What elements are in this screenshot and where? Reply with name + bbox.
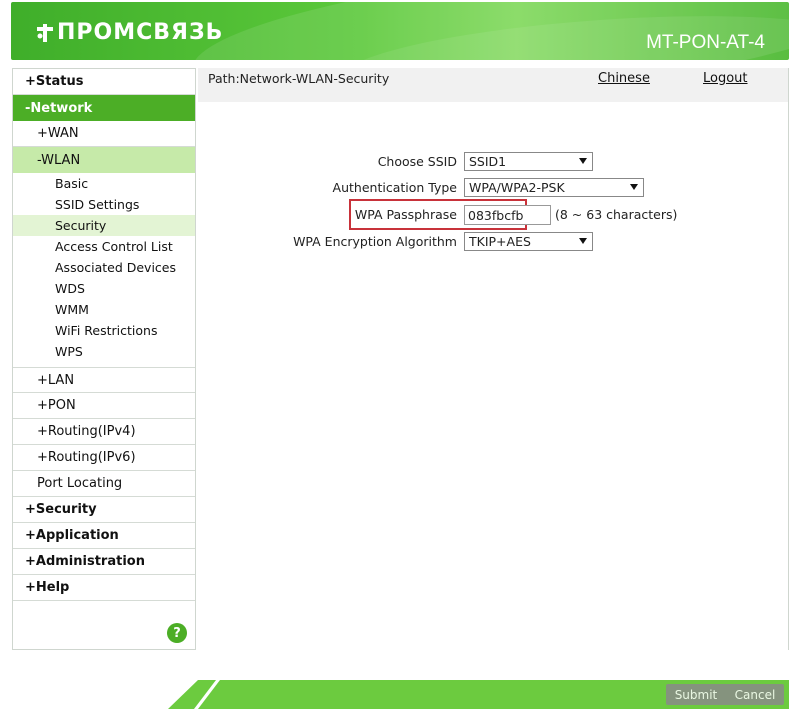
passphrase-input[interactable]: 083fbcfb [464, 205, 551, 225]
sidebar-item-wps[interactable]: WPS [13, 341, 195, 362]
device-model: MT-PON-AT-4 [646, 32, 765, 53]
encryption-value: TKIP+AES [469, 234, 531, 249]
sidebar-item-application[interactable]: +Application [13, 523, 195, 549]
chinese-link[interactable]: Chinese [598, 71, 650, 86]
sidebar-item-wifi-restrictions[interactable]: WiFi Restrictions [13, 320, 195, 341]
sidebar-item-routing-ipv4[interactable]: +Routing(IPv4) [13, 419, 195, 445]
sidebar-item-pon[interactable]: +PON [13, 393, 195, 419]
chevron-down-icon [630, 184, 638, 190]
passphrase-label: WPA Passphrase [354, 207, 457, 222]
submit-button[interactable]: Submit [675, 688, 718, 702]
sidebar-item-ssid-settings[interactable]: SSID Settings [13, 194, 195, 215]
sidebar-item-status[interactable]: +Status [13, 69, 195, 95]
breadcrumb: Path:Network-WLAN-Security [208, 71, 390, 86]
sidebar-item-lan[interactable]: +LAN [13, 367, 195, 393]
sidebar-item-administration[interactable]: +Administration [13, 549, 195, 575]
sidebar-item-routing-ipv6[interactable]: +Routing(IPv6) [13, 445, 195, 471]
passphrase-hint: (8 ~ 63 characters) [555, 207, 678, 222]
help-icon[interactable]: ? [167, 623, 187, 643]
sidebar-item-help[interactable]: +Help [13, 575, 195, 601]
auth-type-value: WPA/WPA2-PSK [469, 180, 565, 195]
sidebar-item-wan[interactable]: +WAN [13, 121, 195, 147]
sidebar-item-wlan[interactable]: -WLAN [13, 147, 195, 173]
sidebar-item-security-wlan[interactable]: Security [13, 215, 195, 236]
sidebar-item-wds[interactable]: WDS [13, 278, 195, 299]
cancel-button[interactable]: Cancel [735, 688, 776, 702]
main-content: Path:Network-WLAN-Security Chinese Logou… [198, 68, 789, 650]
auth-type-label: Authentication Type [332, 180, 457, 195]
ssid-value: SSID1 [469, 154, 507, 169]
chevron-down-icon [579, 238, 587, 244]
ssid-label: Choose SSID [377, 154, 457, 169]
chevron-down-icon [579, 158, 587, 164]
sidebar-item-network[interactable]: -Network [13, 95, 195, 121]
path-bar: Path:Network-WLAN-Security Chinese Logou… [198, 68, 788, 102]
sidebar-nav: +Status -Network +WAN -WLAN Basic SSID S… [12, 68, 196, 650]
sidebar-item-security[interactable]: +Security [13, 497, 195, 523]
footer-buttons: Submit Cancel [666, 684, 784, 705]
encryption-select[interactable]: TKIP+AES [464, 232, 593, 251]
logout-link[interactable]: Logout [703, 71, 748, 86]
sidebar-item-associated-devices[interactable]: Associated Devices [13, 257, 195, 278]
sidebar-item-wmm[interactable]: WMM [13, 299, 195, 320]
brand-logo: ПРОМСВЯЗЬ [37, 20, 223, 45]
ssid-select[interactable]: SSID1 [464, 152, 593, 171]
sidebar-item-basic[interactable]: Basic [13, 173, 195, 194]
sidebar-item-access-control-list[interactable]: Access Control List [13, 236, 195, 257]
sidebar-item-port-locating[interactable]: Port Locating [13, 471, 195, 497]
logo-text: ПРОМСВЯЗЬ [57, 20, 224, 45]
encryption-label: WPA Encryption Algorithm [293, 234, 457, 249]
auth-type-select[interactable]: WPA/WPA2-PSK [464, 178, 644, 197]
header-banner: ПРОМСВЯЗЬ MT-PON-AT-4 [11, 2, 789, 60]
logo-mark-icon [37, 23, 53, 42]
